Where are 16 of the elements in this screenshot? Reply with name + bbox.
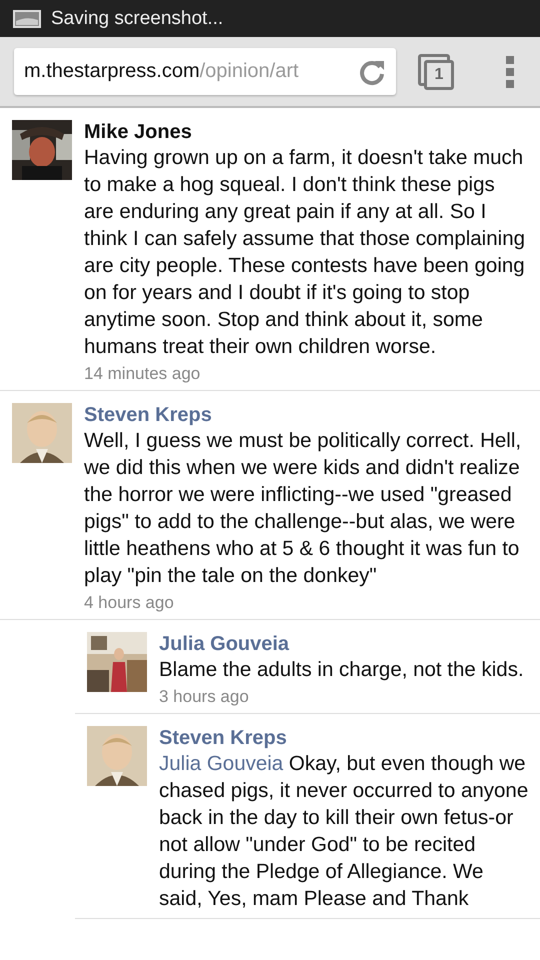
comment-text: Blame the adults in charge, not the kids.	[159, 657, 525, 683]
timestamp: 14 minutes ago	[84, 364, 202, 384]
comment-text: Having grown up on a farm, it doesn't take much to make a hog squeal. I don't think these pigs are enduring any great pain if any at all. So I think I can safely assume that those complaining are city people. These contests have been going on for years and I doubt if it's going to stop anytime soon. Stop and think about it, some humans treat their own children worse.	[84, 145, 526, 360]
timestamp: 3 hours ago	[159, 687, 250, 707]
menu-icon[interactable]	[506, 56, 514, 88]
notification-text: Saving screenshot...	[51, 8, 224, 30]
author-name[interactable]: Steven Kreps	[84, 403, 530, 427]
address-bar[interactable]: m.thestarpress.com/opinion/art	[14, 48, 396, 95]
comment-text: Julia Gouveia Okay, but even though we chased pigs, it never occurred to anyone back in the day to kill their own fetus-or not allow "under God" to be recited during the Pledge of Allegiance. We said, Yes, mam Please and Thank	[159, 751, 530, 912]
image-icon	[13, 10, 41, 28]
author-name[interactable]: Julia Gouveia	[159, 632, 530, 656]
timestamp: 4 hours ago	[84, 593, 175, 613]
mention-link[interactable]: Julia Gouveia	[159, 752, 284, 775]
comment-text: Well, I guess we must be politically correct. Hell, we did this when we were kids and didn't realize the horror we were inflicting--we used "greased pigs" to add to the challenge--but alas, we were little heathens who at 5 & 6 thought it was fun to play "pin the tale on the donkey"	[84, 428, 522, 589]
author-name: Mike Jones	[84, 120, 193, 144]
author-name[interactable]: Steven Kreps	[159, 726, 530, 750]
